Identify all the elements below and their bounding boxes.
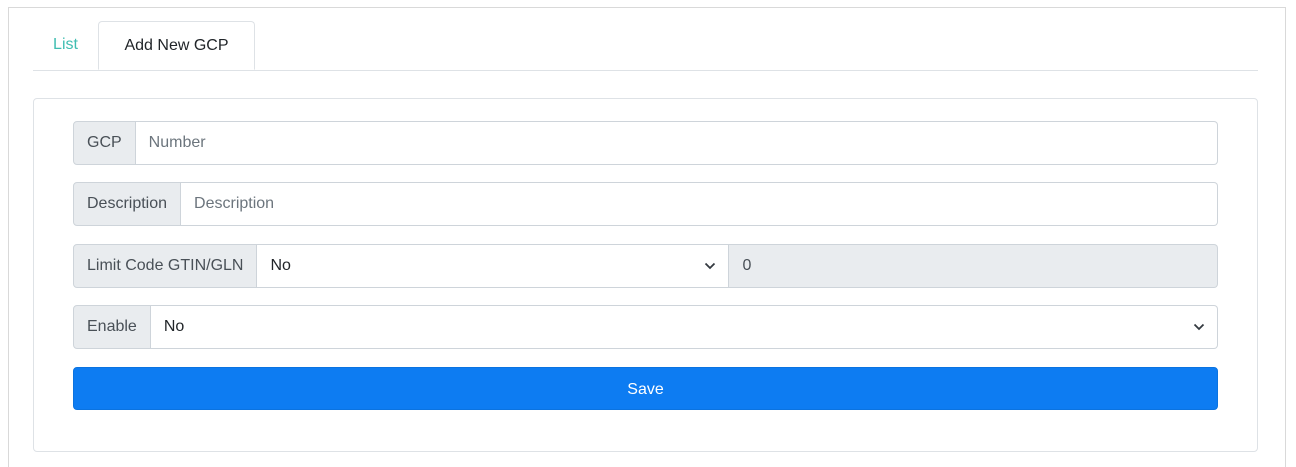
limit-code-readonly-value: 0 [729, 244, 1218, 288]
tab-add-new-gcp[interactable]: Add New GCP [98, 21, 255, 70]
tab-bar: List Add New GCP [33, 21, 1258, 71]
save-button[interactable]: Save [73, 367, 1218, 410]
description-input[interactable] [181, 182, 1218, 226]
gcp-number-input[interactable] [135, 121, 1218, 165]
limit-code-select[interactable]: No [257, 244, 730, 288]
limit-code-selected-value: No [270, 257, 291, 274]
gcp-input-group: GCP [73, 121, 1218, 165]
gcp-label: GCP [73, 121, 136, 165]
limit-code-label: Limit Code GTIN/GLN [73, 244, 258, 288]
enable-selected-value: No [163, 318, 185, 335]
chevron-down-icon [704, 245, 716, 287]
description-label: Description [73, 182, 182, 226]
chevron-down-icon [1193, 306, 1205, 348]
enable-input-group: Enable No [73, 305, 1218, 349]
tab-list[interactable]: List [33, 21, 98, 70]
limit-code-input-group: Limit Code GTIN/GLN No 0 [73, 244, 1218, 288]
enable-label: Enable [73, 305, 151, 349]
description-input-group: Description [73, 182, 1218, 226]
enable-select[interactable]: No [150, 305, 1218, 349]
